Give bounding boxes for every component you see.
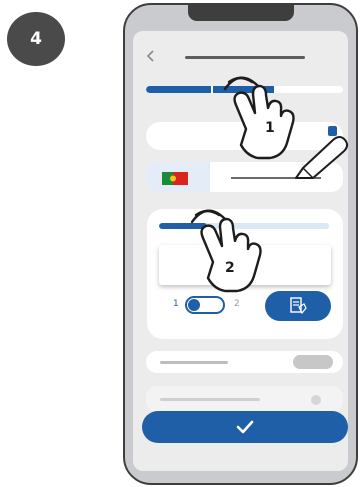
app-screen: 1 2 — [133, 31, 348, 471]
code-input-box[interactable] — [159, 245, 331, 285]
portugal-flag-icon — [162, 172, 188, 185]
option-row[interactable] — [146, 351, 343, 373]
step-number-badge: 4 — [7, 12, 65, 66]
step-progress-bar[interactable] — [146, 86, 343, 93]
scan-document-button[interactable] — [265, 291, 331, 321]
toggle-right-label: 2 — [234, 299, 240, 309]
card-progress-bar[interactable] — [159, 223, 329, 229]
option-value-pill — [293, 355, 333, 369]
progress-divider — [211, 86, 213, 93]
phone-notch — [188, 5, 294, 21]
document-scan-icon — [290, 297, 307, 315]
step-progress-fill — [146, 86, 275, 93]
phone-number-placeholder — [231, 177, 321, 179]
card-progress-fill — [159, 223, 207, 229]
toggle-left-label: 1 — [173, 299, 179, 309]
back-chevron-icon[interactable] — [144, 49, 158, 63]
phone-number-field[interactable] — [146, 162, 343, 192]
text-input-field[interactable] — [146, 122, 343, 150]
option-toggle[interactable] — [185, 296, 225, 314]
confirm-button[interactable] — [142, 411, 348, 443]
faded-label-placeholder — [160, 398, 260, 401]
header-title-placeholder — [185, 56, 305, 59]
option-label-placeholder — [160, 361, 228, 364]
faded-indicator — [311, 395, 321, 405]
id-card-icon — [328, 126, 337, 136]
verification-card: 1 2 — [147, 209, 343, 339]
faded-option-row — [146, 386, 343, 412]
country-code-selector[interactable] — [146, 162, 210, 192]
toggle-knob — [188, 299, 200, 311]
checkmark-icon — [236, 420, 254, 434]
